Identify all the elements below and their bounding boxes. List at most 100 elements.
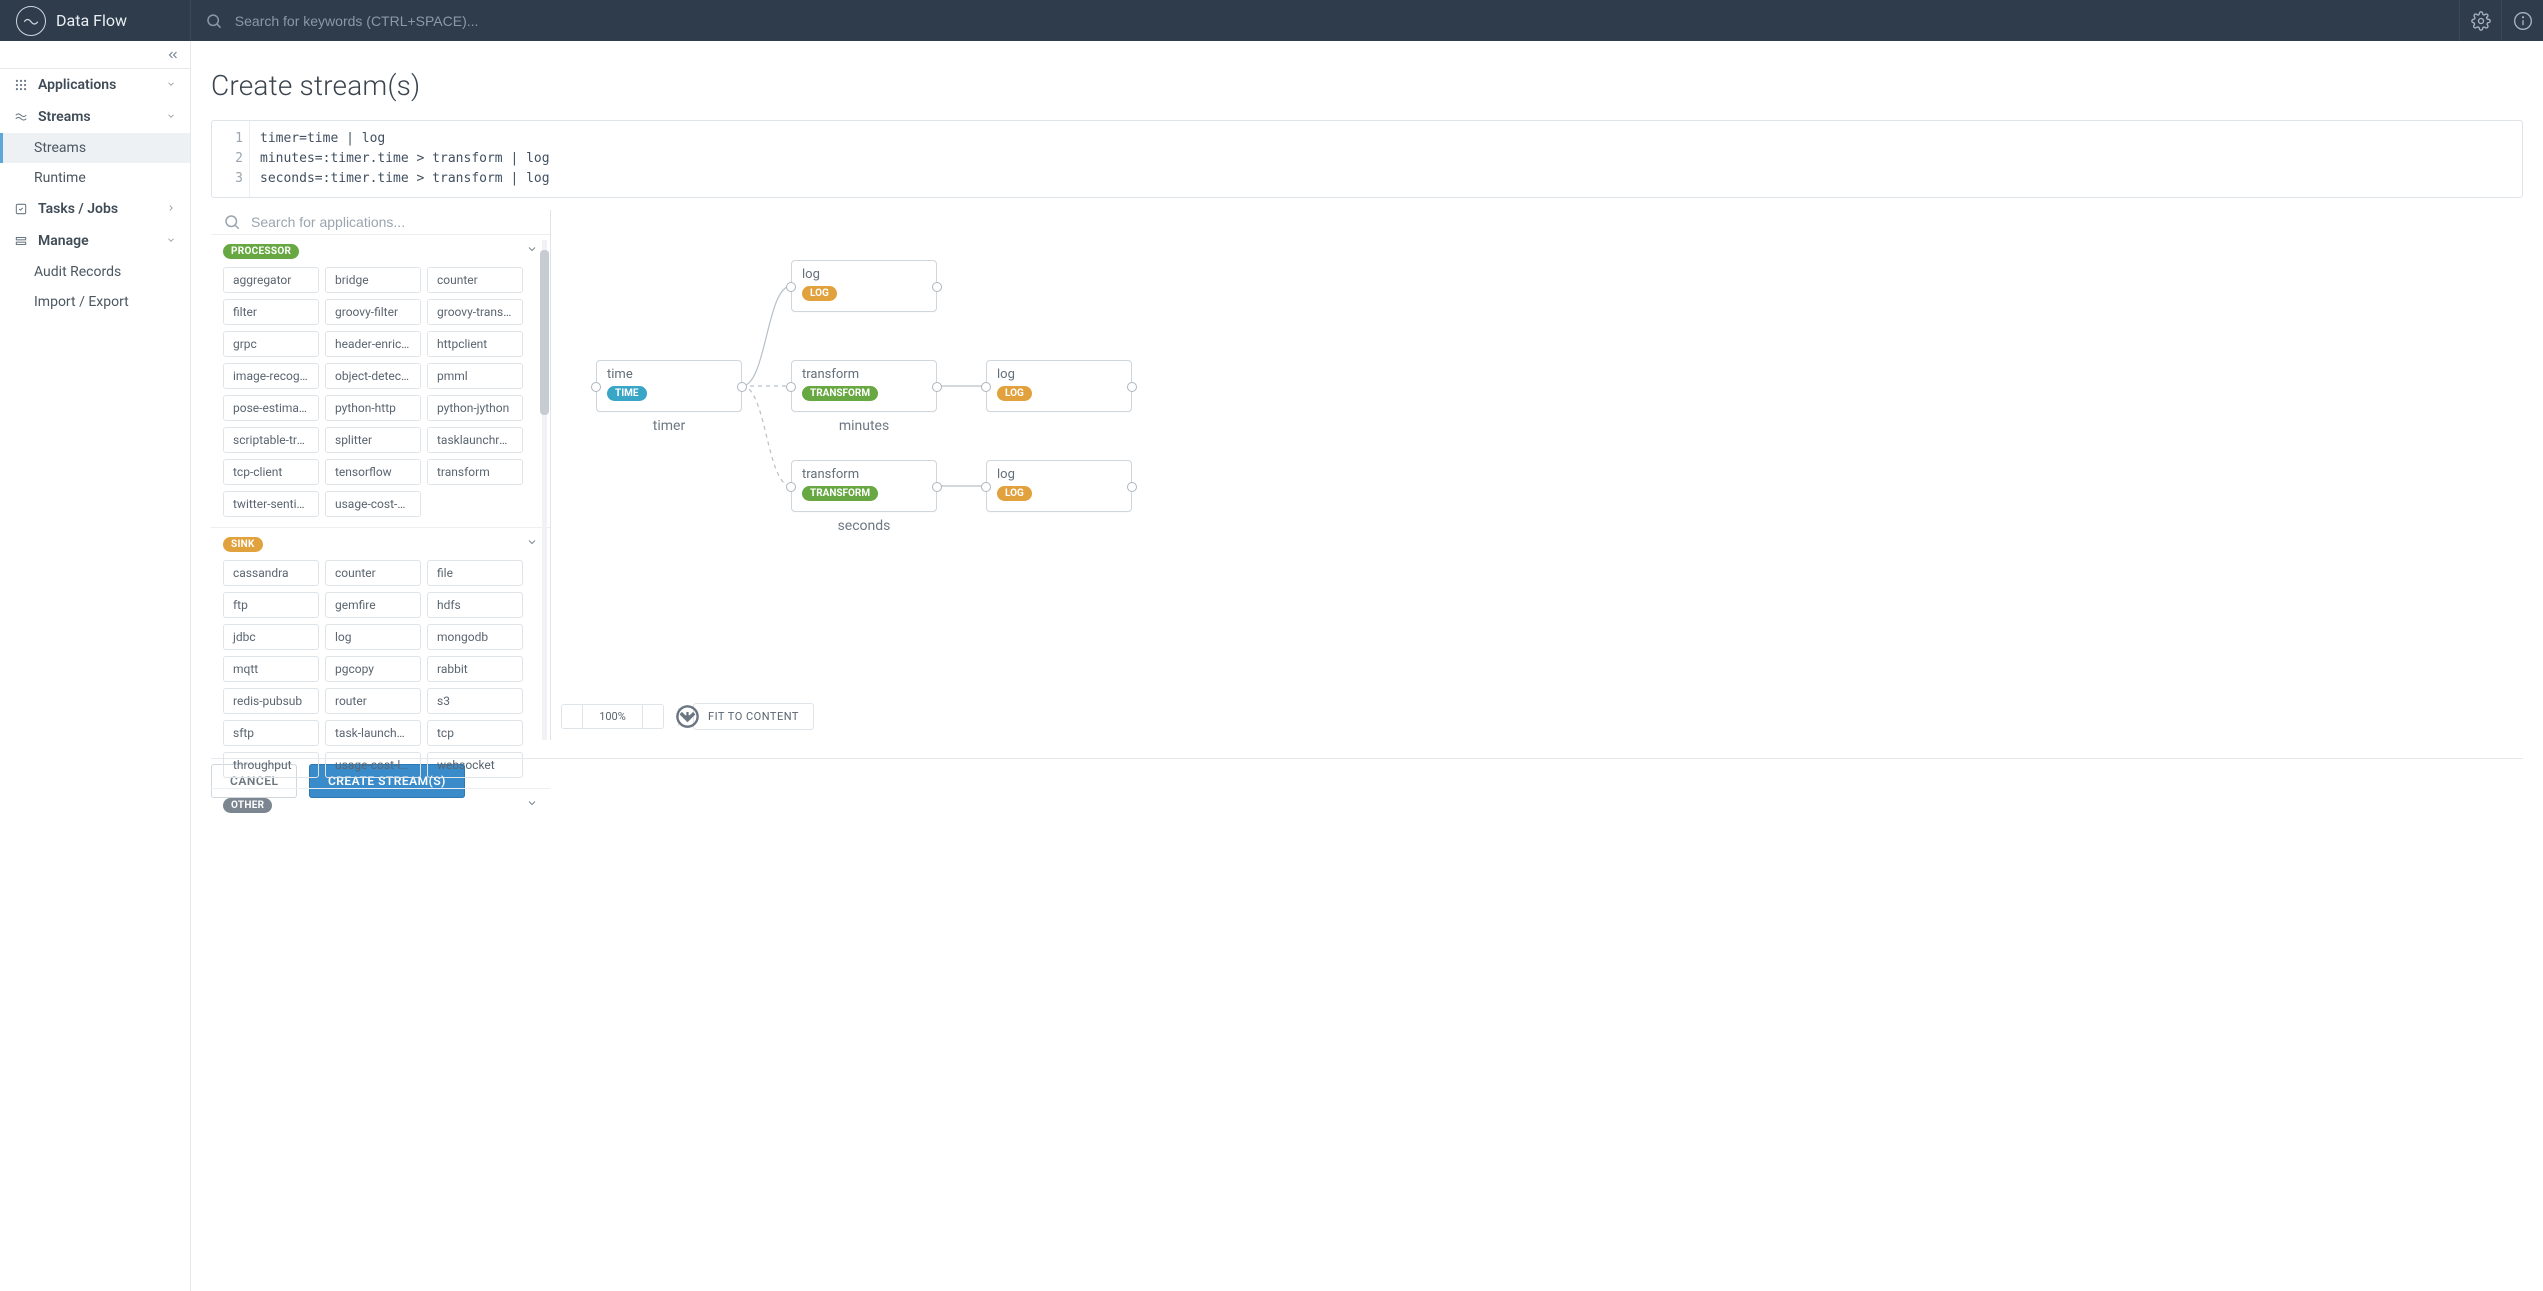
chevron-down-icon (166, 235, 176, 245)
dsl-editor[interactable]: 123 timer=time | log minutes=:timer.time… (211, 120, 2523, 198)
flow-node-n3[interactable]: transformTRANSFORM (791, 360, 937, 412)
brand-area: Data Flow (0, 0, 191, 41)
main-content: Create stream(s) 123 timer=time | log mi… (191, 41, 2543, 1291)
node-output-port[interactable] (737, 382, 747, 392)
sidebar-sub-runtime[interactable]: Runtime (0, 163, 190, 193)
palette-search[interactable] (211, 210, 550, 234)
palette-chip-object-detection[interactable]: object-detection (325, 363, 421, 389)
palette-chip-groovy-transform[interactable]: groovy-transform (427, 299, 523, 325)
flow-node-n1[interactable]: logLOG (791, 260, 937, 312)
palette-chip-grpc[interactable]: grpc (223, 331, 319, 357)
palette-chip-cassandra[interactable]: cassandra (223, 560, 319, 586)
zoom-in-button[interactable] (643, 705, 663, 728)
palette-chip-aggregator[interactable]: aggregator (223, 267, 319, 293)
palette-chip-splitter[interactable]: splitter (325, 427, 421, 453)
scrollbar-thumb[interactable] (540, 250, 549, 415)
sidebar-sub-streams[interactable]: Streams (0, 133, 190, 163)
flow-caption-timer: timer (596, 418, 742, 434)
sidebar-sub-import-export[interactable]: Import / Export (0, 287, 190, 317)
palette-chip-scriptable-transform[interactable]: scriptable-transform (223, 427, 319, 453)
palette-chip-tasklaunchrequest[interactable]: tasklaunchrequest (427, 427, 523, 453)
palette-chip-log[interactable]: log (325, 624, 421, 650)
palette-chip-tcp[interactable]: tcp (427, 720, 523, 746)
node-output-port[interactable] (932, 482, 942, 492)
palette-chip-gemfire[interactable]: gemfire (325, 592, 421, 618)
node-input-port[interactable] (786, 382, 796, 392)
palette-chip-pose-estimation[interactable]: pose-estimation (223, 395, 319, 421)
palette-scrollbar[interactable] (539, 240, 550, 740)
palette-chip-mongodb[interactable]: mongodb (427, 624, 523, 650)
brand-logo-icon (16, 6, 46, 36)
node-output-port[interactable] (1127, 382, 1137, 392)
settings-button[interactable] (2459, 0, 2501, 41)
node-output-port[interactable] (1127, 482, 1137, 492)
node-input-port[interactable] (786, 282, 796, 292)
node-input-port[interactable] (981, 482, 991, 492)
palette-chip-s3[interactable]: s3 (427, 688, 523, 714)
palette-chip-jdbc[interactable]: jdbc (223, 624, 319, 650)
flow-node-n2[interactable]: timeTIME (596, 360, 742, 412)
search-icon (205, 12, 223, 30)
palette-chip-python-jython[interactable]: python-jython (427, 395, 523, 421)
palette-chip-hdfs[interactable]: hdfs (427, 592, 523, 618)
palette-chip-throughput[interactable]: throughput (223, 752, 319, 778)
palette-chip-usage-cost-processor[interactable]: usage-cost-processor (325, 491, 421, 517)
info-icon (2513, 11, 2533, 31)
palette-section-other[interactable]: OTHER (211, 788, 550, 821)
flow-node-n5[interactable]: transformTRANSFORM (791, 460, 937, 512)
sidebar-collapse-button[interactable] (0, 41, 190, 69)
flow-node-n4[interactable]: logLOG (986, 360, 1132, 412)
global-search[interactable] (191, 12, 2459, 30)
editor-code[interactable]: timer=time | log minutes=:timer.time > t… (250, 121, 560, 197)
palette-chip-tensorflow[interactable]: tensorflow (325, 459, 421, 485)
sidebar-item-tasks-jobs[interactable]: Tasks / Jobs (0, 193, 190, 225)
node-input-port[interactable] (591, 382, 601, 392)
palette-chip-mqtt[interactable]: mqtt (223, 656, 319, 682)
palette-section-sink[interactable]: SINK (211, 527, 550, 560)
palette-chip-groovy-filter[interactable]: groovy-filter (325, 299, 421, 325)
node-input-port[interactable] (786, 482, 796, 492)
palette-chip-task-launcher-dataflow[interactable]: task-launcher-dataflow (325, 720, 421, 746)
palette-chip-twitter-sentiment[interactable]: twitter-sentiment (223, 491, 319, 517)
palette-section-processor[interactable]: PROCESSOR (211, 234, 550, 267)
palette-chip-router[interactable]: router (325, 688, 421, 714)
palette-chip-transform[interactable]: transform (427, 459, 523, 485)
sidebar-item-streams[interactable]: Streams (0, 101, 190, 133)
global-search-input[interactable] (233, 12, 2445, 30)
palette-chip-httpclient[interactable]: httpclient (427, 331, 523, 357)
palette-chip-counter[interactable]: counter (325, 560, 421, 586)
chevron-right-icon (166, 203, 176, 213)
sidebar-item-manage[interactable]: Manage (0, 225, 190, 257)
palette-search-input[interactable] (249, 213, 538, 231)
chevron-double-left-icon (166, 48, 180, 62)
palette-chip-pmml[interactable]: pmml (427, 363, 523, 389)
palette-chip-pgcopy[interactable]: pgcopy (325, 656, 421, 682)
palette-chip-usage-cost-logger[interactable]: usage-cost-logger (325, 752, 421, 778)
info-button[interactable] (2501, 0, 2543, 41)
palette-chip-header-enricher[interactable]: header-enricher (325, 331, 421, 357)
node-output-port[interactable] (932, 282, 942, 292)
palette-chip-bridge[interactable]: bridge (325, 267, 421, 293)
sidebar-item-applications[interactable]: Applications (0, 69, 190, 101)
sidebar-sub-audit-records[interactable]: Audit Records (0, 257, 190, 287)
palette-chip-redis-pubsub[interactable]: redis-pubsub (223, 688, 319, 714)
node-output-port[interactable] (932, 382, 942, 392)
palette-chip-ftp[interactable]: ftp (223, 592, 319, 618)
palette-chip-python-http[interactable]: python-http (325, 395, 421, 421)
search-icon (223, 213, 241, 231)
palette-chip-image-recognition[interactable]: image-recognition (223, 363, 319, 389)
palette-chip-websocket[interactable]: websocket (427, 752, 523, 778)
palette-chip-tcp-client[interactable]: tcp-client (223, 459, 319, 485)
gear-icon (2471, 11, 2491, 31)
chevron-down-icon (166, 79, 176, 89)
palette-chip-sftp[interactable]: sftp (223, 720, 319, 746)
chevron-down-icon (166, 111, 176, 121)
flow-canvas[interactable]: 100% FIT TO CONTENT logLOGtimeTIMEtimert… (551, 210, 2523, 740)
palette-chip-rabbit[interactable]: rabbit (427, 656, 523, 682)
palette-chip-filter[interactable]: filter (223, 299, 319, 325)
node-input-port[interactable] (981, 382, 991, 392)
palette-chip-file[interactable]: file (427, 560, 523, 586)
palette-chip-counter[interactable]: counter (427, 267, 523, 293)
flow-node-n6[interactable]: logLOG (986, 460, 1132, 512)
chevron-down-icon (526, 243, 538, 255)
